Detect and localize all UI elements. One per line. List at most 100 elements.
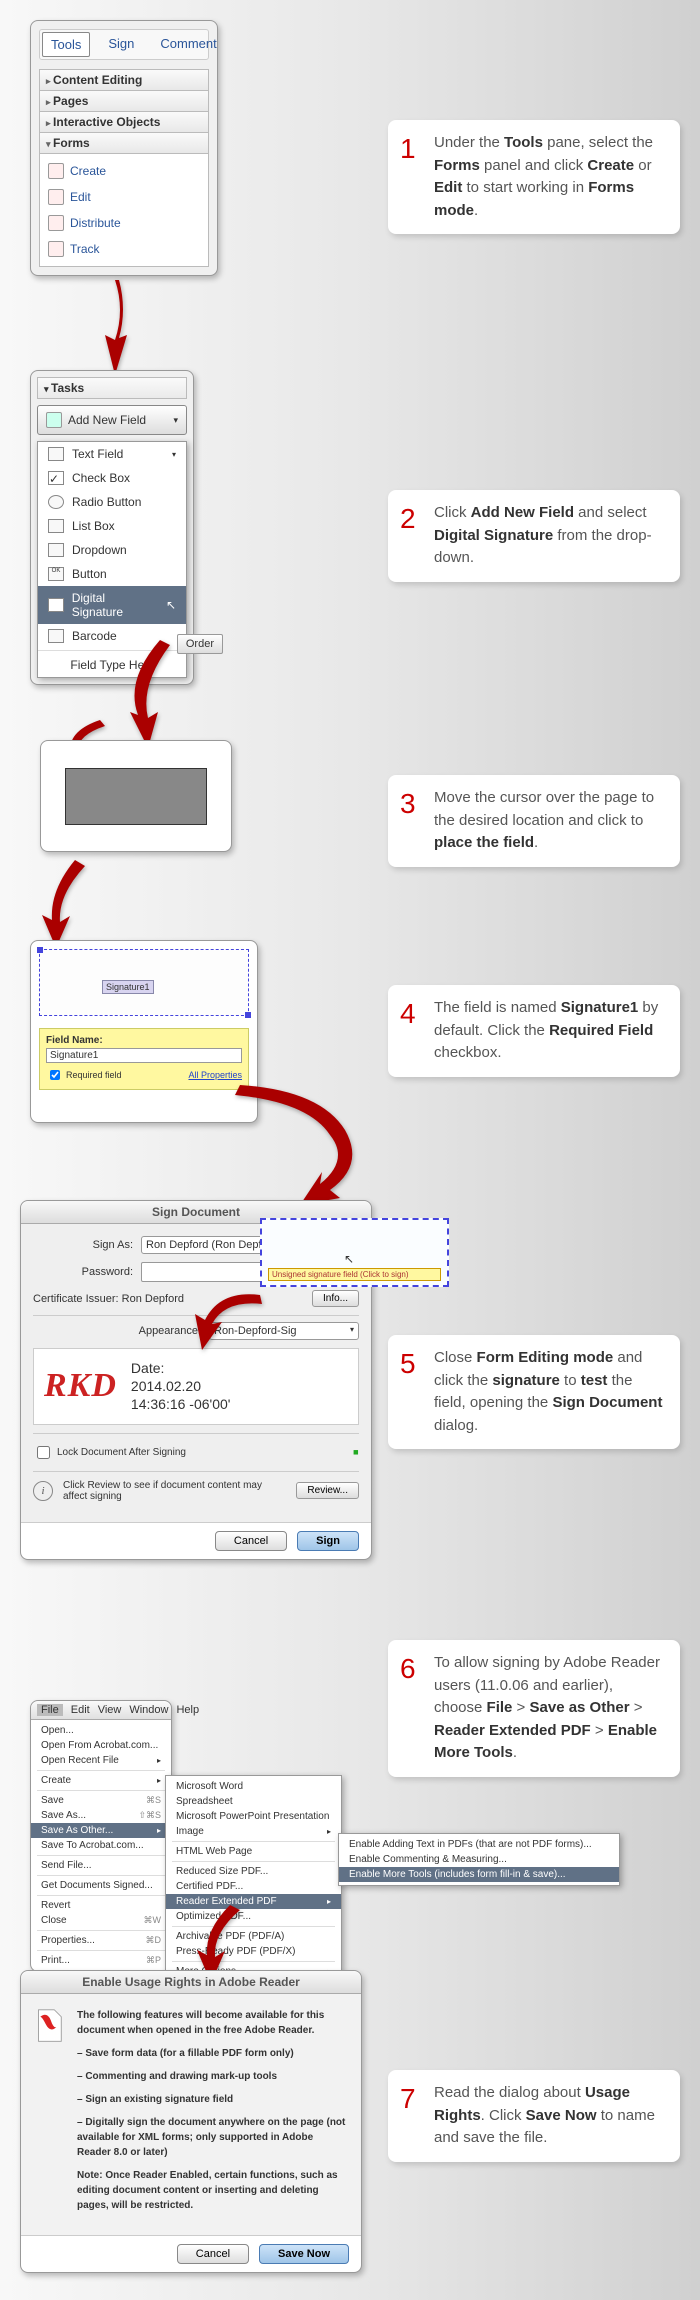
field-name-popup: Field Name: Signature1 Required field Al… [39,1028,249,1090]
signature-field[interactable]: Signature1 [39,949,249,1016]
signature-initials: RKD [44,1367,117,1405]
menu-item[interactable]: Save⌘S [31,1793,171,1808]
field-name-input[interactable]: Signature1 [46,1048,242,1063]
section-interactive-objects[interactable]: Interactive Objects [39,111,209,133]
step-4-number: 4 [400,993,416,1035]
step-1-number: 1 [400,128,416,170]
forms-distribute[interactable]: Distribute [40,210,208,236]
cancel-button[interactable]: Cancel [177,2244,249,2264]
dd-check-box[interactable]: ✓Check Box [38,466,186,490]
field-icon [46,412,62,428]
dd-list-box[interactable]: List Box [38,514,186,538]
arrow-icon [130,640,190,755]
signature-field-panel: Signature1 Field Name: Signature1 Requir… [30,940,258,1123]
tab-tools[interactable]: Tools [42,32,90,57]
submenu-item[interactable]: Optimized PDF... [166,1909,341,1924]
cursor-icon: ↖ [166,598,176,612]
placement-area[interactable] [40,740,232,852]
review-button[interactable]: Review... [296,1482,359,1499]
submenu-item[interactable]: Microsoft Word [166,1779,341,1794]
field-cursor-rect [65,768,207,825]
add-new-field-button[interactable]: Add New Field [37,405,187,435]
forms-create[interactable]: Create [40,158,208,184]
step-6-number: 6 [400,1648,416,1690]
unsigned-signature-field[interactable]: ↖ Unsigned signature field (Click to sig… [260,1218,449,1287]
menu-item[interactable]: Get Documents Signed... [31,1878,171,1893]
submenu-item[interactable]: Microsoft PowerPoint Presentation [166,1809,341,1824]
menu-item[interactable]: Properties...⌘D [31,1933,171,1948]
status-indicator-icon: ▪ [353,1442,359,1463]
dd-text-field[interactable]: Text Field▾ [38,442,186,466]
all-properties-link[interactable]: All Properties [188,1070,242,1080]
lock-document-checkbox[interactable]: Lock Document After Signing [33,1443,186,1462]
tab-comment[interactable]: Comment [152,32,224,57]
review-text: Click Review to see if document content … [63,1480,286,1502]
step-7-number: 7 [400,2078,416,2120]
menu-item[interactable]: Close⌘W [31,1913,171,1928]
sign-button[interactable]: Sign [297,1531,359,1551]
submenu-item[interactable]: HTML Web Page [166,1844,341,1859]
menu-item[interactable]: Revert [31,1898,171,1913]
menu-item[interactable]: Open Recent File [31,1753,171,1768]
submenu-item[interactable]: Enable Commenting & Measuring... [339,1852,619,1867]
pdf-icon [35,2008,63,2221]
menubar-view[interactable]: View [98,1704,122,1716]
submenu-item[interactable]: Archivable PDF (PDF/A) [166,1929,341,1944]
submenu-item[interactable]: Reader Extended PDF [166,1894,341,1909]
menu-item[interactable]: Open... [31,1723,171,1738]
section-pages[interactable]: Pages [39,90,209,112]
submenu-item[interactable]: Enable Adding Text in PDFs (that are not… [339,1837,619,1852]
step-2-number: 2 [400,498,416,540]
submenu-item[interactable]: Certified PDF... [166,1879,341,1894]
section-content-editing[interactable]: Content Editing [39,69,209,91]
sign-as-label: Sign As: [33,1239,133,1251]
step-5-text: 5 Close Form Editing mode and click the … [388,1335,680,1449]
menu-item[interactable]: Send File... [31,1858,171,1873]
tasks-header[interactable]: Tasks [37,377,187,399]
forms-edit[interactable]: Edit [40,184,208,210]
step-4-text: 4 The field is named Signature1 by defau… [388,985,680,1077]
signature-field-label: Signature1 [102,980,154,994]
tab-sign[interactable]: Sign [100,32,142,57]
menubar-edit[interactable]: Edit [71,1704,90,1716]
step-6-text: 6 To allow signing by Adobe Reader users… [388,1640,680,1777]
dd-dropdown[interactable]: Dropdown [38,538,186,562]
required-field-checkbox[interactable]: Required field [46,1067,122,1083]
dd-button[interactable]: OKButton [38,562,186,586]
menu-item[interactable]: Create [31,1773,171,1788]
distribute-icon [48,215,64,231]
create-icon [48,163,64,179]
submenu-item[interactable]: Enable More Tools (includes form fill-in… [339,1867,619,1882]
menu-item[interactable]: Print...⌘P [31,1953,171,1968]
track-icon [48,241,64,257]
submenu-item[interactable]: Reduced Size PDF... [166,1864,341,1879]
tools-pane: Tools Sign Comment Content Editing Pages… [30,20,218,276]
tasks-pane: Tasks Add New Field Text Field▾ ✓Check B… [30,370,194,685]
menu-item[interactable]: Save As...⇧⌘S [31,1808,171,1823]
dd-radio-button[interactable]: Radio Button [38,490,186,514]
menu-item[interactable]: Open From Acrobat.com... [31,1738,171,1753]
dd-digital-signature[interactable]: Digital Signature↖ [38,586,186,624]
submenu-item[interactable]: Press-Ready PDF (PDF/X) [166,1944,341,1959]
submenu-item[interactable]: Image [166,1824,341,1839]
forms-list: Create Edit Distribute Track [39,154,209,267]
reader-extended-submenu: Enable Adding Text in PDFs (that are not… [338,1833,620,1886]
step-1-text: 1 Under the Tools pane, select the Forms… [388,120,680,234]
menu-item[interactable]: Save To Acrobat.com... [31,1838,171,1853]
file-menu: File Edit View Window Help Open...Open F… [30,1700,172,1972]
info-icon: i [33,1481,53,1501]
forms-track[interactable]: Track [40,236,208,262]
menu-item[interactable]: Save As Other... [31,1823,171,1838]
menubar-file[interactable]: File [37,1704,63,1716]
cancel-button[interactable]: Cancel [215,1531,287,1551]
usage-rights-dialog: Enable Usage Rights in Adobe Reader The … [20,1970,362,2273]
cursor-icon: ↖ [344,1252,354,1266]
section-forms[interactable]: Forms [39,132,209,154]
menubar-window[interactable]: Window [129,1704,168,1716]
submenu-item[interactable]: Spreadsheet [166,1794,341,1809]
menubar-help[interactable]: Help [176,1704,199,1716]
info-button[interactable]: Info... [312,1290,359,1307]
step-3-number: 3 [400,783,416,825]
menubar: File Edit View Window Help [31,1701,171,1720]
save-now-button[interactable]: Save Now [259,2244,349,2264]
